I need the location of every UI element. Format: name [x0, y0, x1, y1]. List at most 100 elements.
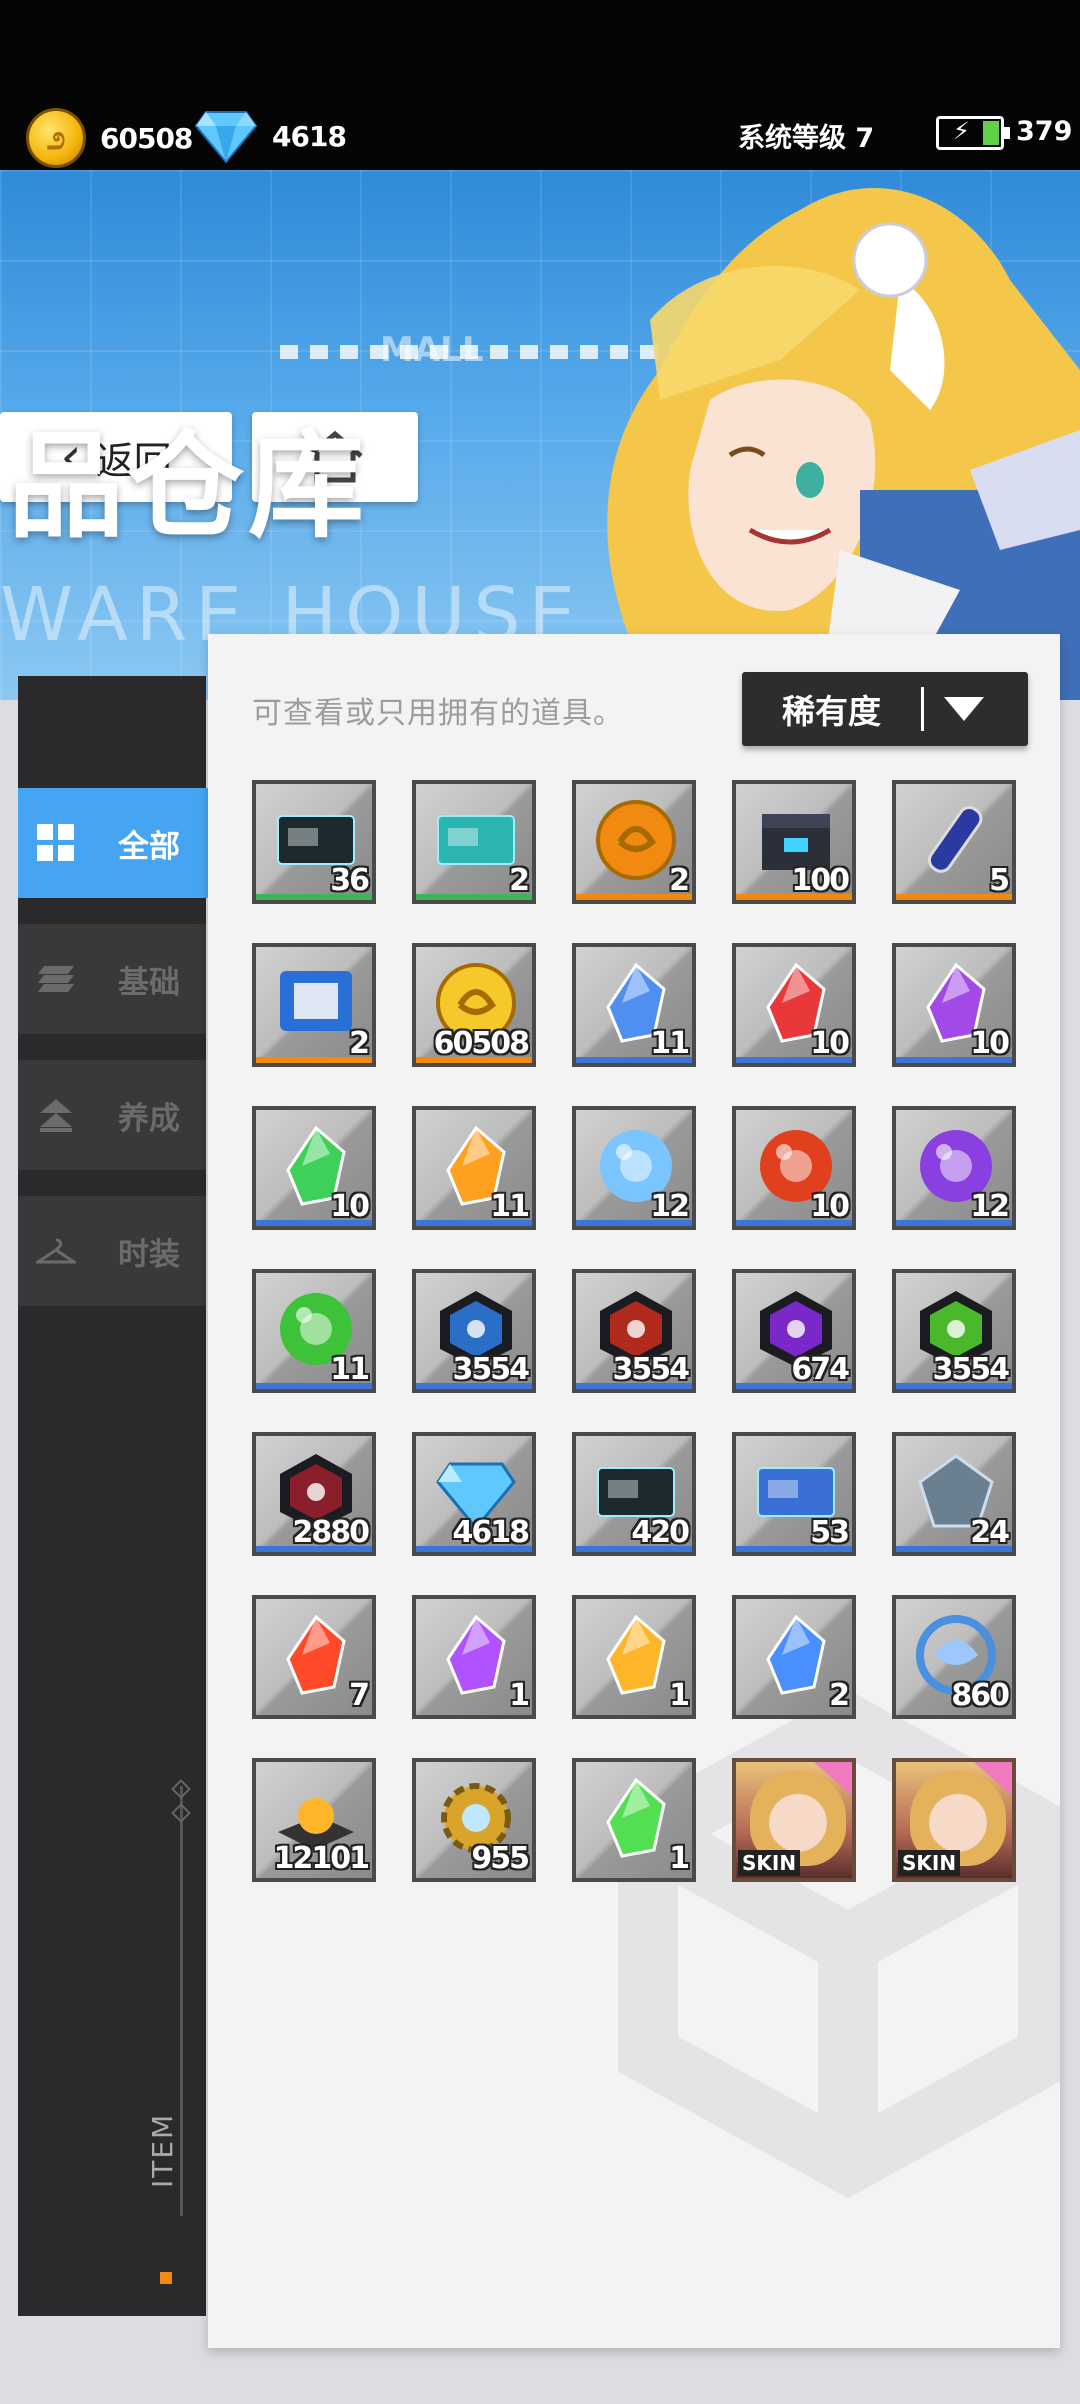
pass-card-icon	[437, 815, 515, 865]
item-count: 7	[349, 1678, 370, 1713]
item-slot-skin-1[interactable]: SKIN	[732, 1758, 856, 1882]
tab-growth[interactable]: 养成	[18, 1060, 206, 1170]
item-slot-orange-crystal[interactable]: 11	[412, 1106, 536, 1230]
item-count: 24	[970, 1515, 1010, 1550]
item-slot-energy-pad[interactable]: 12101	[252, 1758, 376, 1882]
item-count: 2880	[292, 1515, 370, 1550]
item-count: 2	[829, 1678, 850, 1713]
item-slot-gear[interactable]: 955	[412, 1758, 536, 1882]
coin-icon: ೨	[26, 108, 86, 168]
item-slot-red-crystal[interactable]: 10	[732, 943, 856, 1067]
purple-gem-icon	[446, 1614, 506, 1695]
data-chip-icon	[280, 971, 352, 1031]
item-count: 3554	[612, 1352, 690, 1387]
item-slot-serum-vial[interactable]: 5	[892, 780, 1016, 904]
item-slot-swirl-orb[interactable]: 860	[892, 1595, 1016, 1719]
coin-value: 60508	[100, 121, 193, 155]
item-count: 12	[970, 1189, 1010, 1224]
item-slot-purple-crystal[interactable]: 10	[892, 943, 1016, 1067]
item-slot-crimson-hex[interactable]: 2880	[252, 1432, 376, 1556]
item-slot-green-core[interactable]: 11	[252, 1269, 376, 1393]
item-slot-flag-ticket[interactable]: 53	[732, 1432, 856, 1556]
tab-label: 时装	[118, 1236, 180, 1273]
item-count: 11	[650, 1026, 690, 1061]
item-slot-skin-2[interactable]: SKIN	[892, 1758, 1016, 1882]
item-slot-red-core[interactable]: 10	[732, 1106, 856, 1230]
red-gem-icon	[286, 1614, 346, 1695]
item-count: 1	[509, 1678, 530, 1713]
item-slot-blue-core[interactable]: 12	[572, 1106, 696, 1230]
item-count: 2	[509, 863, 530, 898]
skin-tag: SKIN	[898, 1850, 961, 1876]
coin-counter[interactable]: ೨ 60508	[26, 108, 193, 168]
item-slot-red-gem[interactable]: 7	[252, 1595, 376, 1719]
item-count: 1	[669, 1841, 690, 1876]
sidebar-decoration	[180, 1786, 183, 2216]
item-count: 100	[791, 863, 850, 898]
item-count: 4618	[452, 1515, 530, 1550]
tab-label: 全部	[118, 828, 180, 865]
item-slot-diamond[interactable]: 4618	[412, 1432, 536, 1556]
page-title: 品仓库	[8, 419, 368, 554]
item-slot-gold-gem[interactable]: 1	[572, 1595, 696, 1719]
serum-vial-icon	[927, 806, 983, 873]
gold-orb-icon	[596, 800, 676, 880]
gem-value: 4618	[272, 119, 347, 153]
gem-counter[interactable]: 4618	[194, 108, 347, 164]
sort-label: 稀有度	[782, 692, 881, 731]
item-slot-green-gem[interactable]: 1	[572, 1758, 696, 1882]
item-count: 955	[471, 1841, 530, 1876]
item-count: 60508	[433, 1026, 530, 1061]
tab-fashion[interactable]: 时装	[18, 1196, 206, 1306]
item-slot-purple-core[interactable]: 12	[892, 1106, 1016, 1230]
character-art	[607, 187, 1080, 700]
tab-label: 养成	[118, 1100, 180, 1137]
item-count: 674	[791, 1352, 850, 1387]
item-slot-gold-coin[interactable]: 60508	[412, 943, 536, 1067]
item-count: 10	[970, 1026, 1010, 1061]
item-slot-void-hex[interactable]: 674	[732, 1269, 856, 1393]
item-slot-blue-gem[interactable]: 2	[732, 1595, 856, 1719]
item-count: 420	[631, 1515, 690, 1550]
item-count: 2	[349, 1026, 370, 1061]
item-count: 3554	[452, 1352, 530, 1387]
item-slot-supply-box[interactable]: 100	[732, 780, 856, 904]
item-slot-data-chip[interactable]: 2	[252, 943, 376, 1067]
item-count: 2	[669, 863, 690, 898]
stack-icon	[36, 959, 76, 999]
item-slot-purple-gem[interactable]: 1	[412, 1595, 536, 1719]
tab-basic[interactable]: 基础	[18, 924, 206, 1034]
system-level: 系统等级 7	[738, 123, 875, 154]
item-count: 12101	[273, 1841, 370, 1876]
item-slot-ice-hex[interactable]: 3554	[412, 1269, 536, 1393]
status-bar: ೨ 60508 4618 系统等级 7 ⚡ 379	[0, 0, 1080, 170]
item-slot-green-crystal[interactable]: 10	[252, 1106, 376, 1230]
item-slot-fire-hex[interactable]: 3554	[572, 1269, 696, 1393]
item-count: 1	[669, 1678, 690, 1713]
orange-marker	[160, 2272, 172, 2284]
tab-all[interactable]: 全部	[18, 788, 240, 898]
panel-hint: 可查看或只用拥有的道具。	[252, 696, 624, 731]
item-count: 10	[810, 1026, 850, 1061]
sort-dropdown[interactable]: 稀有度	[742, 672, 1028, 746]
sidebar-footer-tag: ITEM	[146, 2112, 179, 2188]
item-slot-pass-card[interactable]: 2	[412, 780, 536, 904]
mall-sign: MALL	[380, 330, 484, 370]
blue-gem-icon	[766, 1614, 826, 1695]
item-count: 12	[650, 1189, 690, 1224]
header-banner: MALL ‹ 返回 品仓库 WARE HOUSE	[0, 170, 1080, 700]
diamond-icon	[194, 111, 258, 164]
category-sidebar: 全部 基础 养成 时装	[18, 676, 240, 2316]
green-gem-icon	[606, 1777, 666, 1858]
item-slot-blue-crystal[interactable]: 11	[572, 943, 696, 1067]
item-slot-game-card[interactable]: 420	[572, 1432, 696, 1556]
item-count: 11	[490, 1189, 530, 1224]
item-count: 10	[810, 1189, 850, 1224]
gold-gem-icon	[606, 1614, 666, 1695]
item-count: 53	[810, 1515, 850, 1550]
item-slot-steel-badge[interactable]: 24	[892, 1432, 1016, 1556]
item-slot-gold-orb[interactable]: 2	[572, 780, 696, 904]
item-slot-bio-hex[interactable]: 3554	[892, 1269, 1016, 1393]
chevron-down-icon	[944, 697, 984, 721]
item-slot-b1-ticket[interactable]: 36	[252, 780, 376, 904]
